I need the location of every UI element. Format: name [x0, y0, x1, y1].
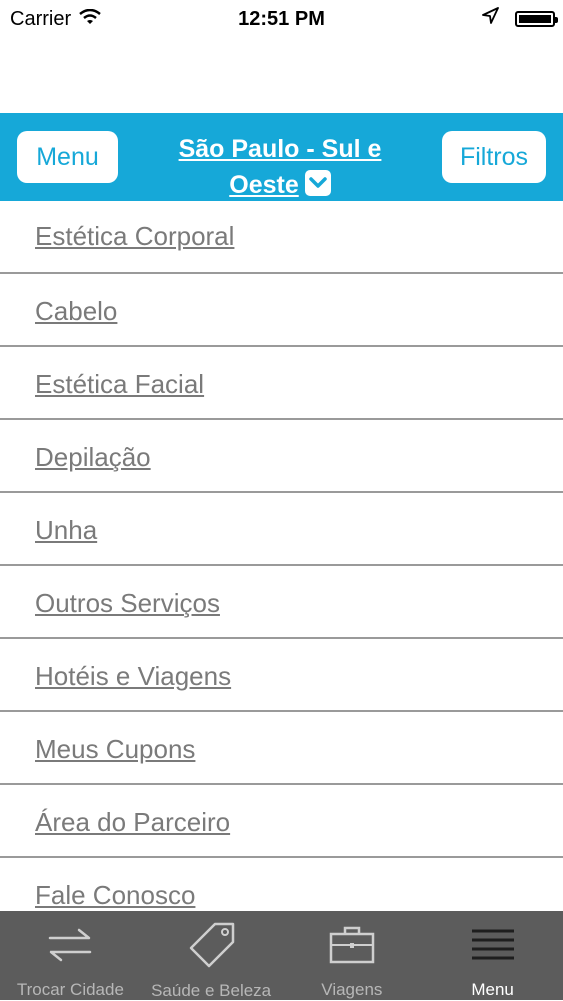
list-item[interactable]: Área do Parceiro	[0, 785, 563, 858]
chevron-down-icon	[304, 170, 331, 197]
filters-button[interactable]: Filtros	[442, 131, 546, 183]
menu-list: Estética Corporal Cabelo Estética Facial…	[0, 201, 563, 931]
tab-bar: Trocar Cidade Saúde e Beleza Viagens Men…	[0, 911, 563, 1000]
briefcase-icon	[328, 921, 376, 968]
list-item[interactable]: Estética Facial	[0, 347, 563, 420]
tab-label: Saúde e Beleza	[151, 981, 272, 1000]
tab-label: Viagens	[321, 980, 383, 999]
list-item-label[interactable]: Depilação	[35, 442, 151, 473]
swap-arrows-icon	[45, 921, 95, 968]
tab-label: Trocar Cidade	[16, 980, 124, 999]
list-item[interactable]: Outros Serviços	[0, 566, 563, 639]
nav-bar: Menu São Paulo - Sul e Oeste Filtros	[0, 113, 563, 201]
tab-label: Menu	[471, 980, 514, 999]
list-item-label[interactable]: Estética Facial	[35, 369, 204, 400]
hamburger-icon	[470, 921, 516, 968]
city-selector[interactable]: São Paulo - Sul e Oeste	[150, 131, 410, 203]
list-item[interactable]: Depilação	[0, 420, 563, 493]
list-item-label[interactable]: Estética Corporal	[35, 221, 234, 252]
list-item-label[interactable]: Meus Cupons	[35, 734, 195, 765]
list-item[interactable]: Unha	[0, 493, 563, 566]
list-item[interactable]: Meus Cupons	[0, 712, 563, 785]
status-time: 12:51 PM	[238, 7, 325, 30]
list-item-label[interactable]: Fale Conosco	[35, 880, 195, 911]
list-item-label[interactable]: Outros Serviços	[35, 588, 220, 619]
tab-menu[interactable]: Menu	[422, 911, 563, 1000]
list-item[interactable]: Cabelo	[0, 274, 563, 347]
list-item-label[interactable]: Hotéis e Viagens	[35, 661, 231, 692]
list-item[interactable]: Hotéis e Viagens	[0, 639, 563, 712]
city-title: São Paulo - Sul e Oeste	[178, 135, 382, 199]
tab-saude-beleza[interactable]: Saúde e Beleza	[141, 911, 282, 1000]
list-item-label[interactable]: Unha	[35, 515, 97, 546]
tab-viagens[interactable]: Viagens	[282, 911, 423, 1000]
tag-icon	[185, 921, 237, 969]
status-bar: Carrier 12:51 PM	[0, 0, 563, 38]
battery-icon	[515, 11, 558, 27]
list-item-label[interactable]: Área do Parceiro	[35, 807, 230, 838]
list-item-label[interactable]: Cabelo	[35, 296, 117, 327]
tab-trocar-cidade[interactable]: Trocar Cidade	[0, 911, 141, 1000]
menu-button[interactable]: Menu	[17, 131, 118, 183]
list-item[interactable]: Estética Corporal	[0, 201, 563, 274]
